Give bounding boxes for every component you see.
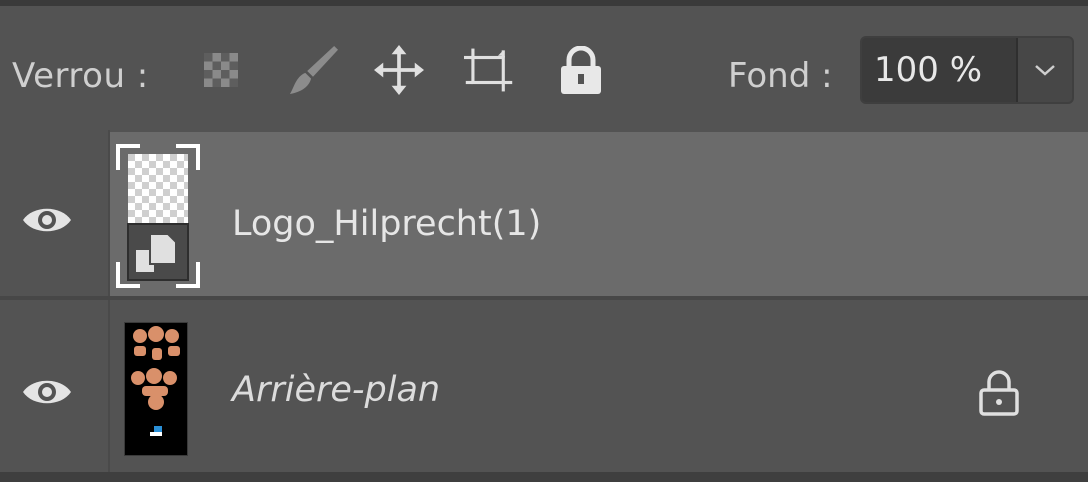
fill-label: Fond :	[728, 56, 833, 96]
chevron-down-icon	[1035, 65, 1055, 76]
lock-label: Verrou :	[12, 56, 149, 96]
lock-artboard-icon[interactable]	[464, 44, 514, 96]
layer-row-background[interactable]: Arrière-plan	[0, 300, 1088, 472]
layer-lock-icon[interactable]	[976, 368, 1022, 416]
lock-transparent-pixels-icon[interactable]	[196, 44, 246, 96]
lock-image-pixels-icon[interactable]	[288, 44, 338, 96]
panel-bottom-border	[0, 472, 1088, 482]
row-separator	[108, 130, 110, 296]
lock-toolbar: Verrou : Fond: 100 %	[0, 6, 1088, 130]
row-separator	[108, 300, 110, 472]
lock-all-icon[interactable]	[556, 44, 606, 96]
lock-position-icon[interactable]	[374, 44, 424, 96]
layer-name-logo[interactable]: Logo_Hilprecht(1)	[232, 204, 541, 244]
eye-icon[interactable]	[20, 372, 74, 412]
layer-name-background[interactable]: Arrière-plan	[232, 370, 440, 410]
fill-opacity-input[interactable]: 100 %	[862, 38, 1016, 102]
eye-icon[interactable]	[20, 200, 74, 240]
smart-object-thumbnail[interactable]	[114, 140, 202, 292]
fill-opacity-control: 100 %	[860, 36, 1074, 104]
layer-row-logo[interactable]: Logo_Hilprecht(1)	[0, 130, 1088, 296]
fill-dropdown-button[interactable]	[1018, 38, 1072, 102]
background-thumbnail[interactable]	[123, 321, 189, 457]
